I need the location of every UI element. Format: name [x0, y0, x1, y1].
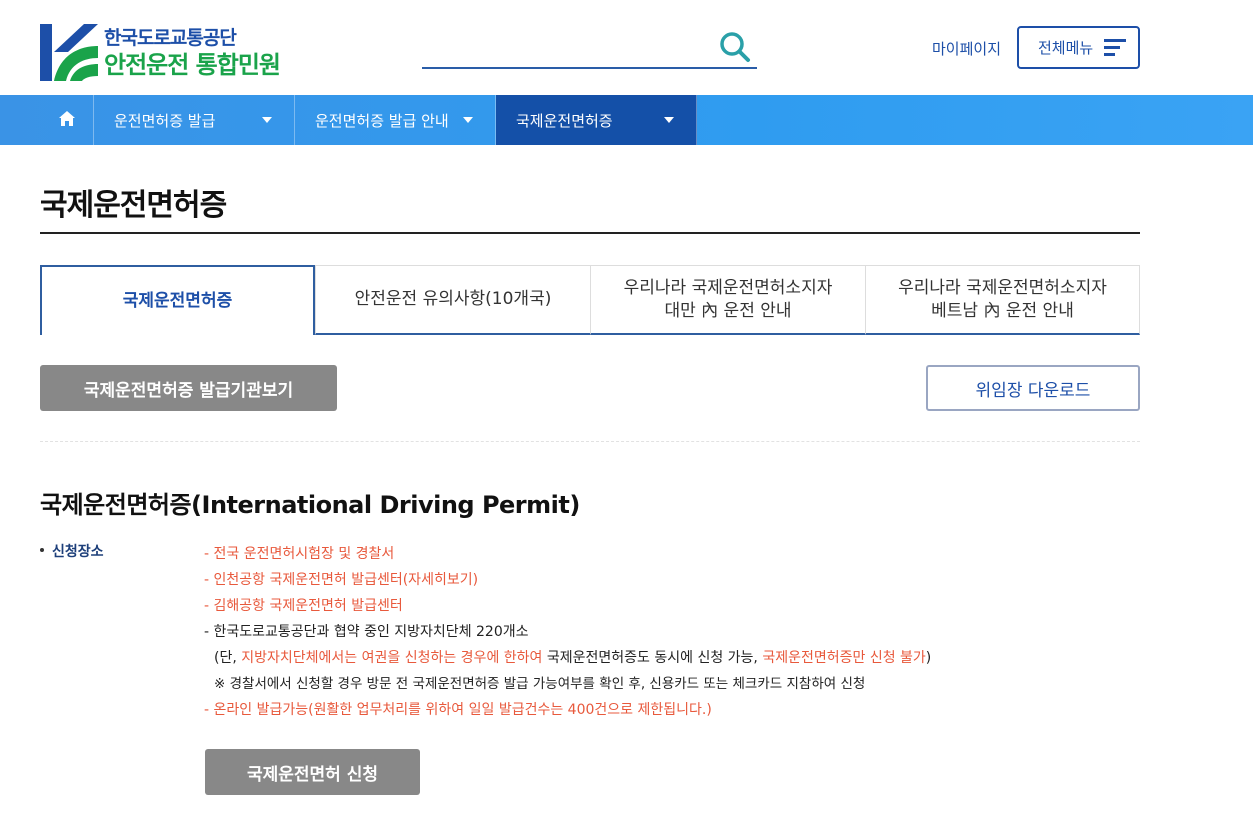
search-icon[interactable] [718, 30, 752, 64]
site-header: 한국도로교통공단 안전운전 통합민원 마이페이지 전체메뉴 [0, 0, 1253, 95]
note-text: ) [925, 650, 932, 666]
tab-label: 우리나라 국제운전면허소지자 [898, 277, 1107, 298]
info-line: - 김해공항 국제운전면허 발급센터 [204, 598, 403, 614]
apply-button[interactable]: 국제운전면허 신청 [205, 749, 420, 795]
content-tabs: 국제운전면허증 안전운전 유의사항(10개국) 우리나라 국제운전면허소지자 대… [40, 265, 1140, 335]
gnb-item-label: 국제운전면허증 [516, 111, 613, 130]
info-line: - 한국도로교통공단과 협약 중인 지방자치단체 220개소 [204, 624, 529, 640]
info-line-caution: ※ 경찰서에서 신청할 경우 방문 전 국제운전면허증 발급 가능여부를 확인 … [214, 676, 866, 692]
section-divider [40, 441, 1140, 442]
note-highlight: 국제운전면허증만 신청 불가 [762, 650, 926, 666]
caret-down-icon [262, 117, 272, 123]
info-label-text: 신청장소 [52, 544, 104, 560]
mypage-link[interactable]: 마이페이지 [932, 38, 1001, 59]
issuer-view-button[interactable]: 국제운전면허증 발급기관보기 [40, 365, 337, 411]
logo-service-name: 안전운전 통합민원 [104, 50, 281, 79]
page-title: 국제운전면허증 [40, 188, 227, 223]
gnb-item-label: 운전면허증 발급 [114, 111, 216, 130]
site-logo[interactable]: 한국도로교통공단 안전운전 통합민원 [40, 24, 281, 81]
caret-down-icon [463, 117, 473, 123]
gnb-item-license-issue[interactable]: 운전면허증 발급 [94, 95, 295, 145]
all-menu-label: 전체메뉴 [1038, 39, 1094, 57]
home-icon [58, 110, 75, 130]
home-button[interactable] [40, 95, 94, 145]
info-line-note: (단, 지방자치단체에서는 여권을 신청하는 경우에 한하여 국제운전면허증도 … [204, 645, 931, 671]
gnb-item-label: 운전면허증 발급 안내 [315, 111, 449, 130]
tab-label: 국제운전면허증 [122, 290, 233, 311]
tab-international-license[interactable]: 국제운전면허증 [40, 265, 315, 335]
note-text: 국제운전면허증도 동시에 신청 가능, [542, 650, 763, 666]
logo-mark-icon [40, 24, 98, 81]
info-line-link[interactable]: - 인천공항 국제운전면허 발급센터(자세히보기) [204, 567, 931, 593]
hamburger-icon [1104, 39, 1126, 57]
tab-label-sub: 대만 內 운전 안내 [664, 300, 792, 321]
info-line: - 전국 운전면허시험장 및 경찰서 [204, 546, 395, 562]
gnb-item-international-license[interactable]: 국제운전면허증 [496, 95, 697, 145]
all-menu-button[interactable]: 전체메뉴 [1017, 26, 1140, 69]
caret-down-icon [664, 117, 674, 123]
note-text: (단, [214, 650, 242, 666]
info-list: - 전국 운전면허시험장 및 경찰서 - 인천공항 국제운전면허 발급센터(자세… [204, 541, 931, 723]
note-highlight: 지방자치단체에서는 여권을 신청하는 경우에 한하여 [241, 650, 543, 666]
tab-label-sub: 베트남 內 운전 안내 [931, 300, 1074, 321]
search-input[interactable] [422, 28, 757, 69]
bullet-icon [40, 548, 44, 552]
tab-vietnam-guide[interactable]: 우리나라 국제운전면허소지자 베트남 內 운전 안내 [865, 265, 1140, 335]
tab-label: 우리나라 국제운전면허소지자 [623, 277, 833, 298]
title-divider [40, 232, 1140, 234]
tab-label: 안전운전 유의사항(10개국) [354, 289, 552, 309]
main-navigation: 운전면허증 발급 운전면허증 발급 안내 국제운전면허증 [0, 95, 1253, 145]
proxy-download-button[interactable]: 위임장 다운로드 [926, 365, 1140, 411]
info-line: - 온라인 발급가능(원활한 업무처리를 위하여 일일 발급건수는 400건으로… [204, 702, 712, 718]
gnb-item-license-guide[interactable]: 운전면허증 발급 안내 [295, 95, 496, 145]
tab-taiwan-guide[interactable]: 우리나라 국제운전면허소지자 대만 內 운전 안내 [590, 265, 866, 335]
tab-safety-notes[interactable]: 안전운전 유의사항(10개국) [315, 265, 591, 335]
logo-org-name: 한국도로교통공단 [104, 26, 237, 49]
info-label: 신청장소 [40, 541, 104, 561]
section-title: 국제운전면허증(International Driving Permit) [40, 491, 580, 519]
